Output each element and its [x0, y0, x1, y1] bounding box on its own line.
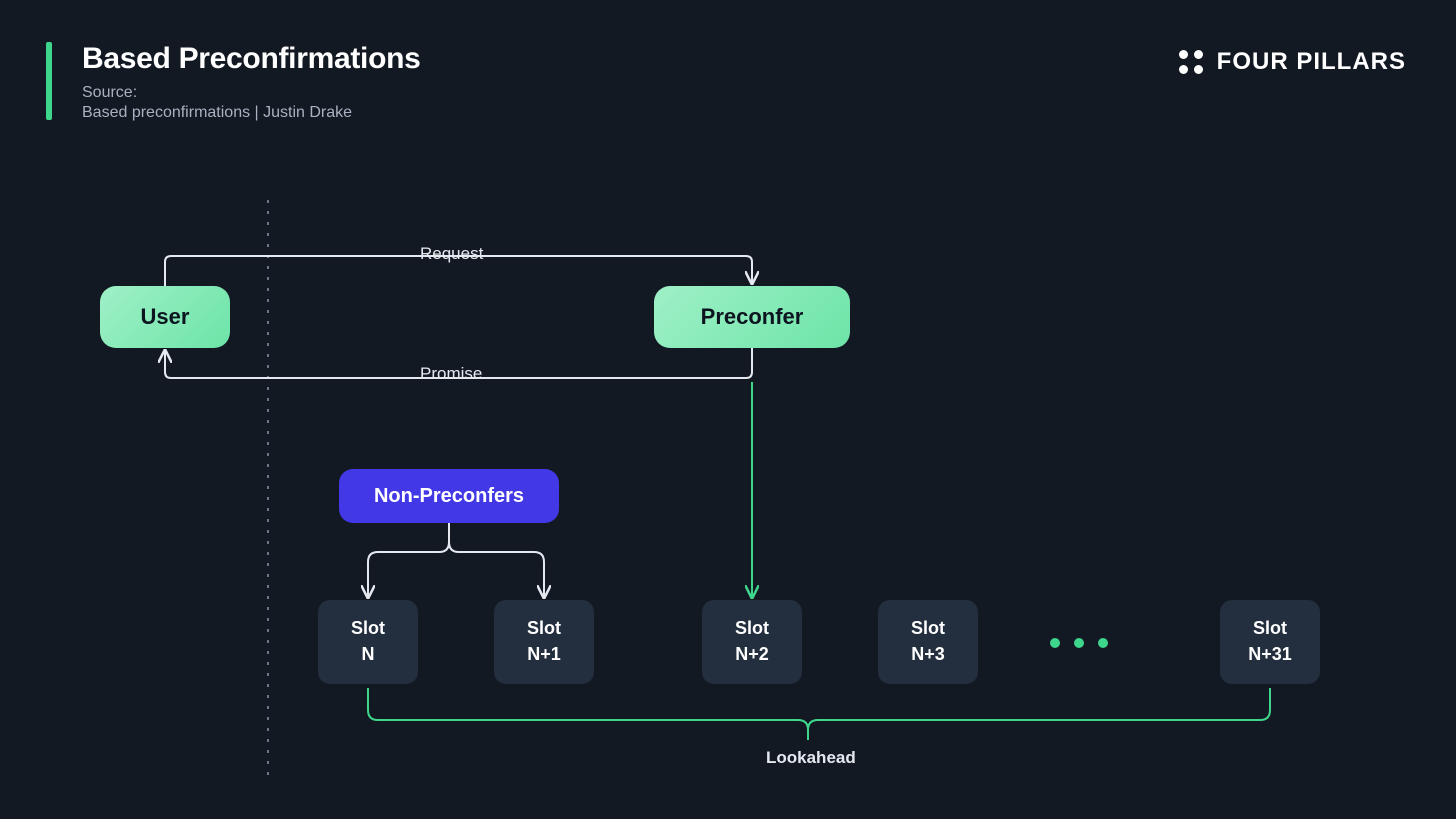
user-node: User	[100, 286, 230, 348]
page-title: Based Preconfirmations	[82, 42, 421, 76]
request-label: Request	[420, 244, 483, 264]
slot-line1: Slot	[1253, 619, 1287, 639]
slot-line2: N+31	[1248, 645, 1292, 665]
non-preconfers-node: Non-Preconfers	[339, 469, 559, 523]
brand-logo: FOUR PILLARS	[1179, 48, 1406, 76]
nonpre-to-slot-n-arrow	[368, 523, 449, 596]
slot-line1: Slot	[527, 619, 561, 639]
slot-line2: N+3	[911, 645, 945, 665]
connector-overlay	[0, 0, 1456, 819]
slot-n31: Slot N+31	[1220, 600, 1320, 684]
slot-line1: Slot	[735, 619, 769, 639]
slot-line2: N	[362, 645, 375, 665]
slot-line2: N+1	[527, 645, 561, 665]
lookahead-label: Lookahead	[766, 748, 856, 768]
promise-label: Promise	[420, 364, 482, 384]
slot-n1: Slot N+1	[494, 600, 594, 684]
slot-line1: Slot	[911, 619, 945, 639]
accent-bar	[46, 42, 52, 120]
slot-line1: Slot	[351, 619, 385, 639]
source-label: Source:	[82, 84, 137, 102]
slot-n: Slot N	[318, 600, 418, 684]
nonpre-to-slot-n1-arrow	[449, 523, 544, 596]
brand-dots-icon	[1179, 50, 1203, 74]
source-text: Based preconfirmations | Justin Drake	[82, 104, 352, 122]
slot-line2: N+2	[735, 645, 769, 665]
lookahead-bracket	[368, 688, 1270, 740]
slot-n2: Slot N+2	[702, 600, 802, 684]
slot-n3: Slot N+3	[878, 600, 978, 684]
brand-name: FOUR PILLARS	[1217, 48, 1406, 76]
diagram-canvas: Based Preconfirmations Source: Based pre…	[0, 0, 1456, 819]
ellipsis-icon	[1050, 638, 1108, 648]
preconfer-node: Preconfer	[654, 286, 850, 348]
